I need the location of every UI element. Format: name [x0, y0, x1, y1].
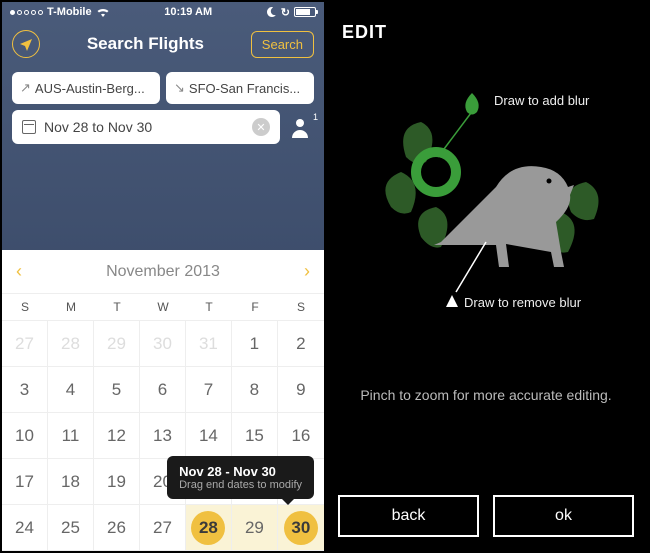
next-month-button[interactable]: ›	[304, 261, 310, 282]
calendar-day[interactable]: 30	[278, 505, 324, 551]
date-range-field[interactable]: Nov 28 to Nov 30 ✕	[12, 110, 280, 144]
calendar-day[interactable]: 2	[278, 321, 324, 367]
depart-icon: ↗	[20, 80, 31, 96]
page-title: Search Flights	[40, 34, 251, 54]
date-range-label: Nov 28 to Nov 30	[44, 119, 152, 135]
pointer-line-icon	[438, 109, 474, 157]
edit-tutorial-phone: EDIT Draw to add blur Draw t	[324, 2, 648, 551]
calendar-day[interactable]: 15	[232, 413, 278, 459]
app-logo-icon[interactable]	[12, 30, 40, 58]
back-button[interactable]: back	[338, 495, 479, 537]
calendar-day[interactable]: 29	[232, 505, 278, 551]
status-bar: T-Mobile 10:19 AM ↻	[2, 2, 324, 22]
passengers-button[interactable]: 1	[288, 114, 314, 140]
carrier-label: T-Mobile	[47, 6, 92, 18]
tooltip-title: Nov 28 - Nov 30	[179, 464, 302, 479]
calendar-grid: 2728293031123456789101112131415161718192…	[2, 321, 324, 551]
hint-text: Pinch to zoom for more accurate editing.	[324, 357, 648, 433]
calendar-day-muted: 29	[94, 321, 140, 367]
calendar-day[interactable]: 19	[94, 459, 140, 505]
prev-month-button[interactable]: ‹	[16, 261, 22, 282]
leaf-icon	[385, 172, 415, 214]
calendar-day[interactable]: 13	[140, 413, 186, 459]
date-range-tooltip: Nov 28 - Nov 30 Drag end dates to modify	[167, 456, 314, 499]
calendar-day[interactable]: 16	[278, 413, 324, 459]
nav-bar: Search Flights Search	[2, 22, 324, 66]
calendar-day[interactable]: 9	[278, 367, 324, 413]
signal-dots	[10, 10, 43, 15]
calendar-day[interactable]: 27	[140, 505, 186, 551]
calendar-day[interactable]: 28	[186, 505, 232, 551]
calendar-day[interactable]: 11	[48, 413, 94, 459]
clock-label: 10:19 AM	[164, 6, 212, 18]
to-airport-field[interactable]: ↘ SFO-San Francis...	[166, 72, 314, 104]
calendar-day[interactable]: 3	[2, 367, 48, 413]
arrive-icon: ↘	[174, 80, 185, 96]
from-airport-field[interactable]: ↗ AUS-Austin-Berg...	[12, 72, 160, 104]
edit-title: EDIT	[324, 2, 648, 57]
from-airport-label: AUS-Austin-Berg...	[35, 81, 145, 96]
scribble-icon	[416, 152, 456, 192]
calendar-panel: ‹ November 2013 › SMTWTFS 27282930311234…	[2, 250, 324, 551]
calendar-day[interactable]: 6	[140, 367, 186, 413]
calendar-day[interactable]: 26	[94, 505, 140, 551]
calendar-icon	[22, 120, 36, 134]
calendar-day[interactable]: 7	[186, 367, 232, 413]
drop-icon	[465, 93, 478, 115]
calendar-day-muted: 27	[2, 321, 48, 367]
calendar-day[interactable]: 25	[48, 505, 94, 551]
pointer-line-icon	[456, 242, 486, 292]
passenger-count: 1	[313, 112, 318, 122]
calendar-day[interactable]: 10	[2, 413, 48, 459]
remove-blur-label: Draw to remove blur	[464, 295, 581, 310]
add-blur-label: Draw to add blur	[494, 93, 589, 108]
dnd-icon	[267, 7, 277, 17]
tooltip-sub: Drag end dates to modify	[179, 479, 302, 491]
calendar-day[interactable]: 24	[2, 505, 48, 551]
month-title: November 2013	[106, 263, 220, 281]
calendar-day[interactable]: 4	[48, 367, 94, 413]
calendar-day-muted: 31	[186, 321, 232, 367]
battery-icon	[294, 7, 316, 17]
calendar-day[interactable]: 8	[232, 367, 278, 413]
triangle-icon	[446, 295, 458, 307]
ok-button[interactable]: ok	[493, 495, 634, 537]
illustration: Draw to add blur Draw to remove blur	[344, 67, 628, 347]
calendar-day-muted: 28	[48, 321, 94, 367]
to-airport-label: SFO-San Francis...	[189, 81, 300, 96]
calendar-day[interactable]: 17	[2, 459, 48, 505]
weekday-row: SMTWTFS	[2, 294, 324, 321]
calendar-day[interactable]: 12	[94, 413, 140, 459]
calendar-day[interactable]: 1	[232, 321, 278, 367]
flight-search-phone: T-Mobile 10:19 AM ↻ Search Flights Searc…	[2, 2, 324, 551]
calendar-day-muted: 30	[140, 321, 186, 367]
calendar-day[interactable]: 18	[48, 459, 94, 505]
calendar-day[interactable]: 5	[94, 367, 140, 413]
clear-dates-icon[interactable]: ✕	[252, 118, 270, 136]
search-button[interactable]: Search	[251, 31, 314, 58]
calendar-day[interactable]: 14	[186, 413, 232, 459]
wifi-icon	[96, 7, 110, 17]
orientation-lock-icon: ↻	[281, 6, 290, 19]
